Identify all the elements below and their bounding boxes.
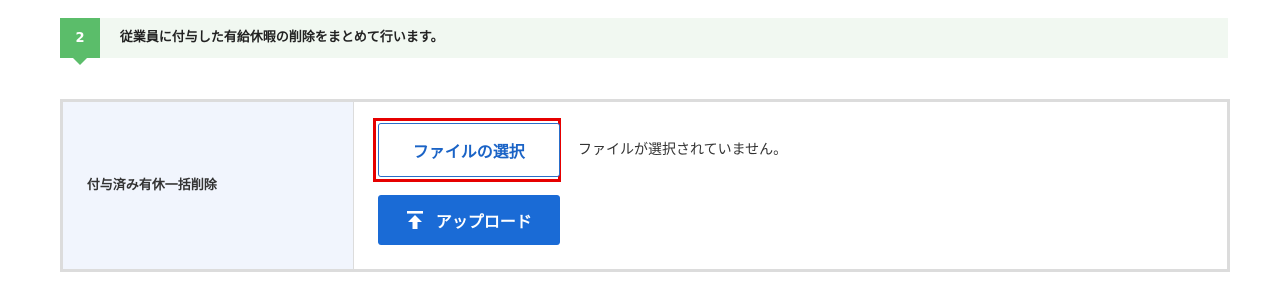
step-badge-pointer xyxy=(73,58,87,65)
upload-button[interactable]: アップロード xyxy=(378,195,560,245)
form-label: 付与済み有休一括削除 xyxy=(87,178,218,193)
upload-button-label: アップロード xyxy=(435,212,532,231)
upload-arrow-icon xyxy=(406,211,423,229)
form-label-cell: 付与済み有休一括削除 xyxy=(63,102,354,269)
step-description: 従業員に付与した有給休暇の削除をまとめて行います。 xyxy=(120,30,444,45)
bulk-delete-paid-leave-section: 2 従業員に付与した有給休暇の削除をまとめて行います。 付与済み有休一括削除 フ… xyxy=(0,0,1280,300)
step-number-badge: 2 xyxy=(60,18,100,58)
choose-file-button[interactable]: ファイルの選択 xyxy=(378,123,560,177)
file-status-text: ファイルが選択されていません。 xyxy=(578,142,788,158)
